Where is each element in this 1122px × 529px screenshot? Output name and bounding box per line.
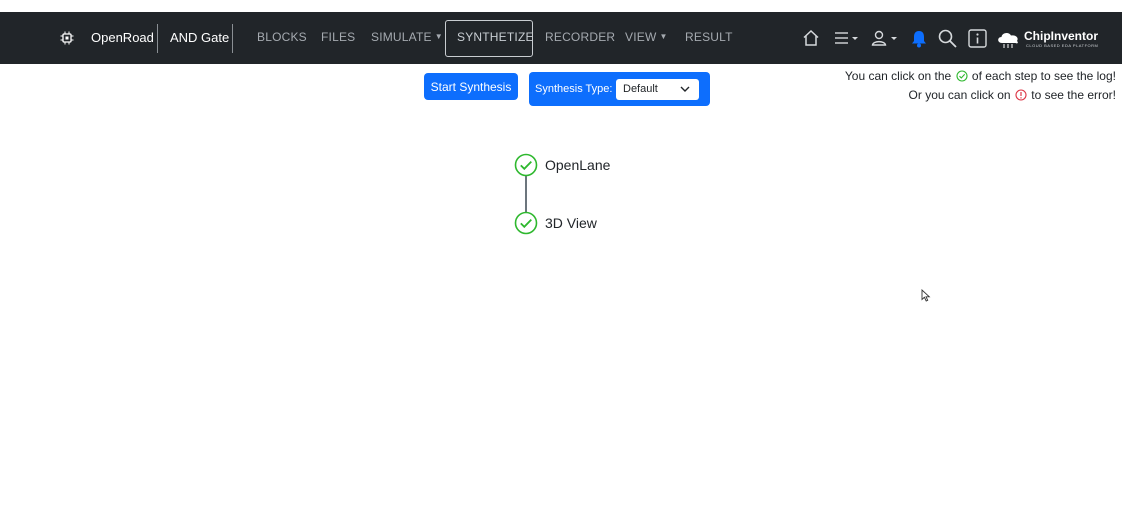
caret-down-icon: ▼ — [659, 32, 668, 41]
menu-icon[interactable] — [834, 31, 860, 45]
hint-error: Or you can click on to see the error! — [909, 88, 1116, 102]
hint-error-text-before: Or you can click on — [908, 88, 1011, 102]
logo-name[interactable]: ChipInventor — [1024, 29, 1098, 43]
check-circle-icon — [955, 70, 968, 82]
hint-log: You can click on the of each step to see… — [845, 69, 1116, 83]
step-label: OpenLane — [545, 157, 611, 173]
step-success-icon[interactable] — [514, 153, 538, 177]
hint-log-text-after: of each step to see the log! — [971, 69, 1116, 83]
synthesis-type-label: Synthesis Type: — [535, 83, 613, 95]
nav-view-dropdown[interactable]: VIEW ▼ — [625, 30, 668, 44]
bell-icon[interactable] — [910, 29, 928, 48]
nav-recorder[interactable]: RECORDER — [545, 30, 615, 44]
step-label: 3D View — [545, 215, 597, 231]
cloud-logo-icon — [998, 32, 1018, 48]
synthesis-type-value: Default — [623, 83, 658, 95]
top-navbar: OpenRoad AND Gate BLOCKS FILES SIMULATE ▼… — [0, 12, 1122, 64]
chevron-down-icon — [680, 86, 690, 92]
home-icon[interactable] — [802, 29, 820, 47]
error-circle-icon — [1015, 89, 1027, 101]
nav-files[interactable]: FILES — [321, 30, 355, 44]
nav-divider — [157, 24, 158, 53]
user-icon[interactable] — [871, 30, 899, 46]
hint-error-text-after: to see the error! — [1031, 88, 1116, 102]
nav-blocks[interactable]: BLOCKS — [257, 30, 307, 44]
caret-down-icon: ▼ — [434, 32, 443, 41]
search-icon[interactable] — [938, 29, 957, 48]
nav-divider — [232, 24, 233, 53]
project-name[interactable]: AND Gate — [170, 30, 229, 45]
nav-simulate-dropdown[interactable]: SIMULATE ▼ — [371, 30, 443, 44]
step-connector — [525, 176, 527, 213]
synthesis-type-select[interactable]: Default — [616, 79, 699, 100]
step-success-icon[interactable] — [514, 211, 538, 235]
step-3d-view: 3D View — [514, 211, 597, 235]
mouse-cursor-icon — [921, 289, 931, 302]
info-icon[interactable] — [968, 29, 987, 48]
chip-icon[interactable] — [60, 31, 74, 45]
synthesis-type-group: Synthesis Type: Default — [529, 72, 710, 106]
nav-synthetize[interactable]: SYNTHETIZE — [457, 30, 534, 44]
hint-log-text-before: You can click on the — [844, 69, 952, 83]
brand-name[interactable]: OpenRoad — [91, 30, 154, 45]
logo-tagline: CLOUD BASED EDA PLATFORM — [1026, 43, 1099, 48]
step-openlane: OpenLane — [514, 153, 610, 177]
nav-result[interactable]: RESULT — [685, 30, 733, 44]
start-synthesis-button[interactable]: Start Synthesis — [424, 73, 518, 100]
